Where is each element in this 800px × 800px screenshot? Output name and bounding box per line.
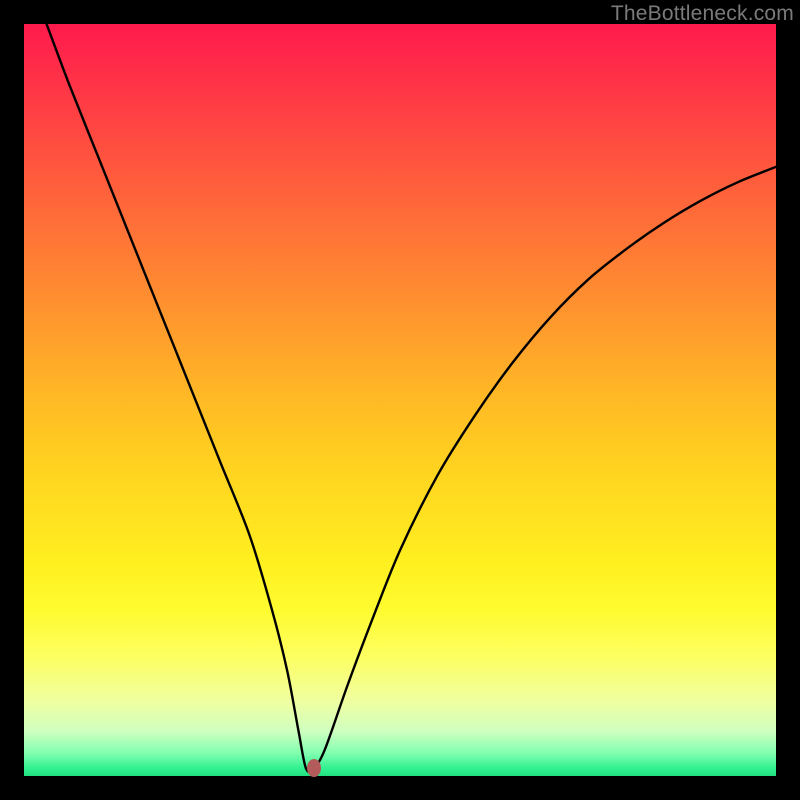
chart-container: TheBottleneck.com [0,0,800,800]
curve-layer [24,24,776,776]
minimum-marker [307,759,321,777]
bottleneck-curve [47,24,776,772]
plot-area [24,24,776,776]
watermark-text: TheBottleneck.com [611,2,794,26]
